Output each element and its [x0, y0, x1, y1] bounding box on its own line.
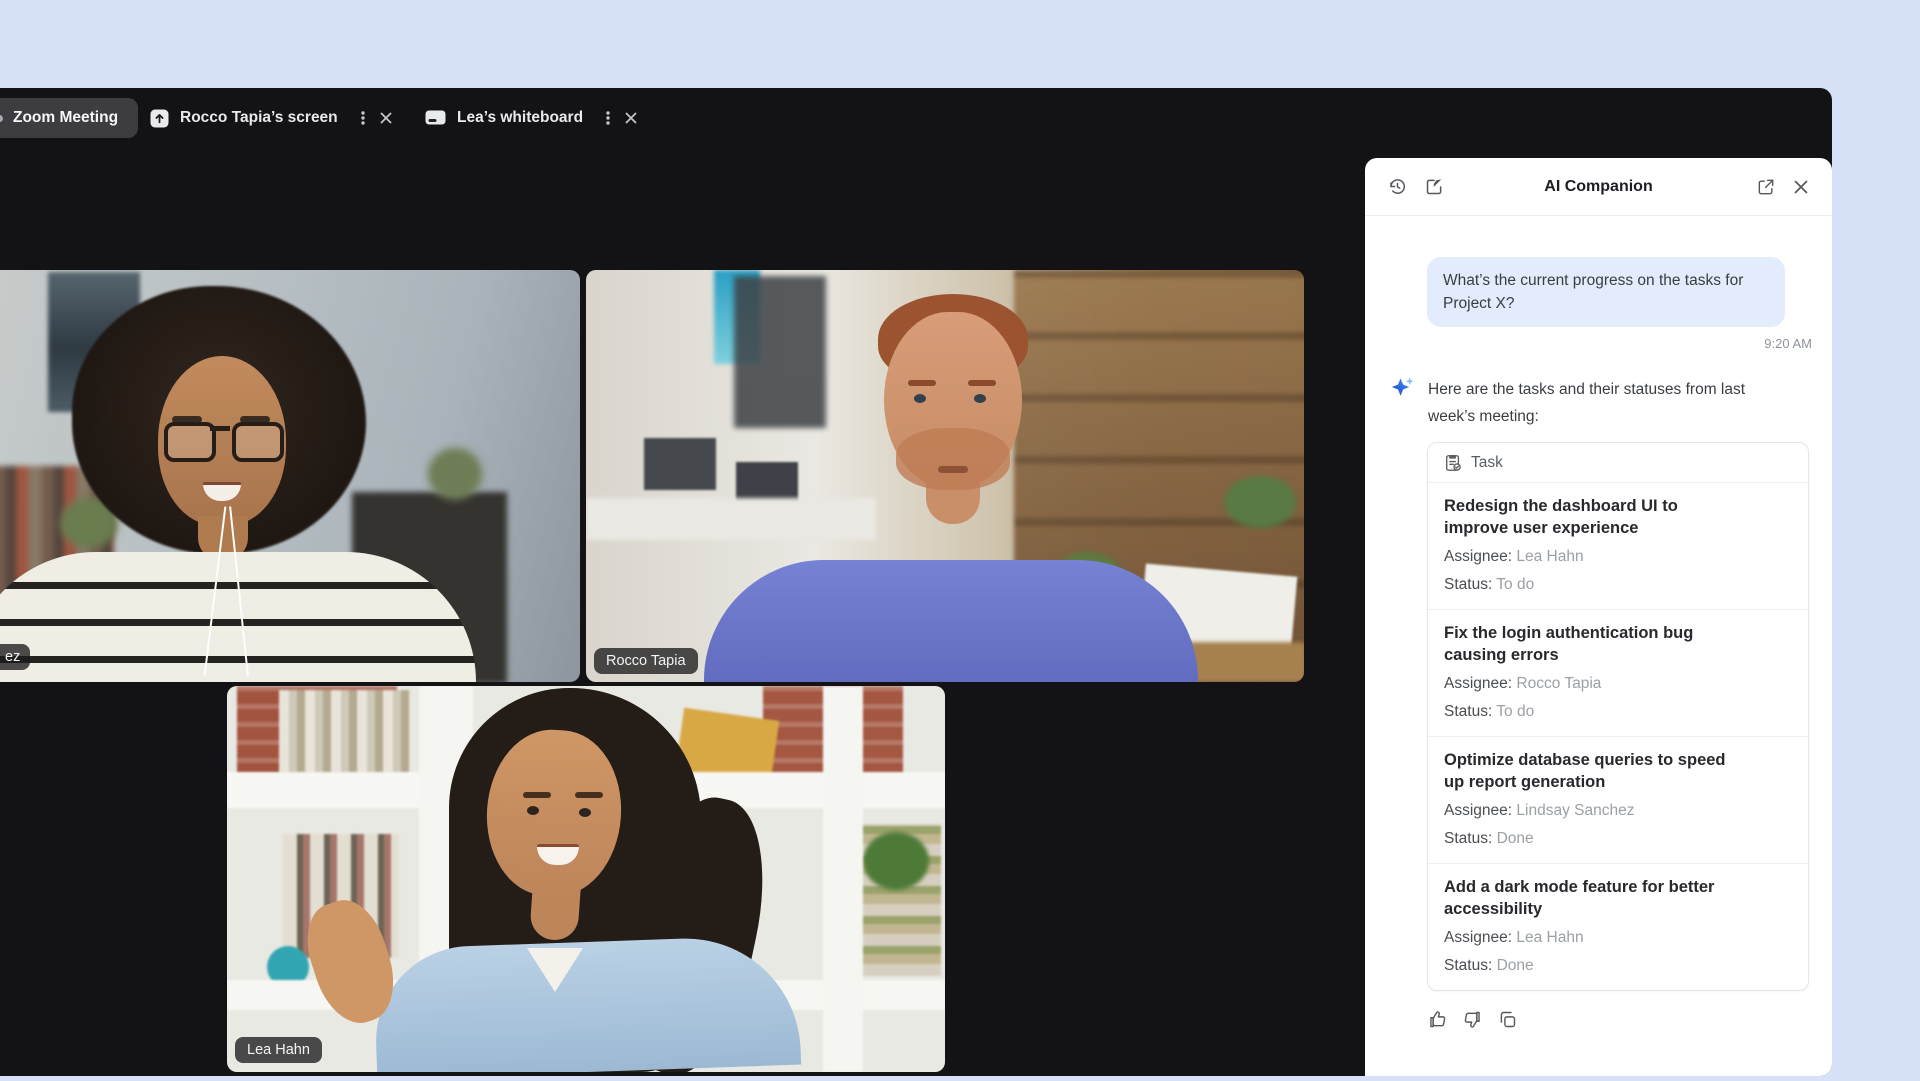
task-status: Done: [1497, 957, 1534, 974]
tab-screen-share-label: Rocco Tapia’s screen: [180, 109, 338, 127]
task-card-title: Task: [1471, 454, 1503, 472]
tab-whiteboard-label: Lea’s whiteboard: [457, 109, 583, 127]
user-message-bubble: What’s the current progress on the tasks…: [1427, 257, 1785, 327]
person-denim-shirt: [373, 935, 801, 1072]
tab-zoom-meeting-label: Zoom Meeting: [13, 109, 118, 127]
ai-response-text: Here are the tasks and their statuses fr…: [1428, 375, 1773, 430]
response-feedback-bar: [1427, 1009, 1812, 1030]
thumbs-down-icon[interactable]: [1462, 1009, 1483, 1030]
task-status: To do: [1496, 576, 1534, 593]
glasses: [164, 422, 280, 456]
message-timestamp: 9:20 AM: [1427, 336, 1812, 351]
tab-zoom-meeting[interactable]: Zoom Meeting: [0, 98, 138, 138]
ai-companion-panel: AI Companion What’s the current progress…: [1365, 158, 1832, 1076]
copy-icon[interactable]: [1497, 1009, 1518, 1030]
tab-screen-share-close-icon[interactable]: [379, 111, 393, 125]
person-blue-shirt: [704, 560, 1198, 682]
ai-companion-header: AI Companion: [1365, 158, 1832, 216]
participant-name-tag: Rocco Tapia: [594, 648, 698, 674]
task-status: Done: [1497, 830, 1534, 847]
video-tile-lea-hahn[interactable]: Lea Hahn: [227, 686, 945, 1072]
ai-companion-sparkle-icon: [1389, 375, 1416, 430]
tab-screen-share[interactable]: Rocco Tapia’s screen: [150, 94, 393, 142]
video-tile-rocco-tapia[interactable]: Rocco Tapia: [586, 270, 1304, 682]
tab-whiteboard-menu-icon[interactable]: [601, 109, 615, 127]
video-tile-participant-1[interactable]: ez: [0, 270, 580, 682]
new-chat-icon[interactable]: [1424, 176, 1445, 197]
task-item: Add a dark mode feature for betteraccess…: [1428, 863, 1808, 990]
whiteboard-icon: [425, 109, 446, 127]
task-card: Task Redesign the dashboard UI toimprove…: [1427, 442, 1809, 991]
tab-bar: Zoom Meeting Rocco Tapia’s screen Lea’s …: [0, 94, 1832, 144]
thumbs-up-icon[interactable]: [1427, 1009, 1448, 1030]
zoom-meeting-window: Zoom Meeting Rocco Tapia’s screen Lea’s …: [0, 88, 1832, 1076]
task-item: Optimize database queries to speedup rep…: [1428, 736, 1808, 863]
tab-whiteboard[interactable]: Lea’s whiteboard: [425, 94, 638, 142]
chat-area: What’s the current progress on the tasks…: [1427, 215, 1812, 1076]
task-item: Fix the login authentication bugcausing …: [1428, 609, 1808, 736]
task-assignee: Rocco Tapia: [1516, 675, 1601, 692]
task-clipboard-icon: [1444, 453, 1462, 472]
history-icon[interactable]: [1387, 176, 1408, 197]
task-item: Redesign the dashboard UI toimprove user…: [1428, 483, 1808, 609]
tab-whiteboard-close-icon[interactable]: [624, 111, 638, 125]
task-assignee: Lea Hahn: [1516, 548, 1583, 565]
participant-name-tag: ez: [0, 644, 30, 670]
participant-name-tag: Lea Hahn: [235, 1037, 322, 1063]
task-assignee: Lea Hahn: [1516, 929, 1583, 946]
close-icon[interactable]: [1792, 178, 1810, 196]
task-assignee: Lindsay Sanchez: [1516, 802, 1634, 819]
panel-title: AI Companion: [1445, 178, 1752, 196]
task-status: To do: [1496, 703, 1534, 720]
screen-share-icon: [150, 109, 169, 128]
tab-active-indicator-dot: [0, 115, 3, 122]
tab-screen-share-menu-icon[interactable]: [356, 109, 370, 127]
pop-out-icon[interactable]: [1756, 177, 1776, 197]
